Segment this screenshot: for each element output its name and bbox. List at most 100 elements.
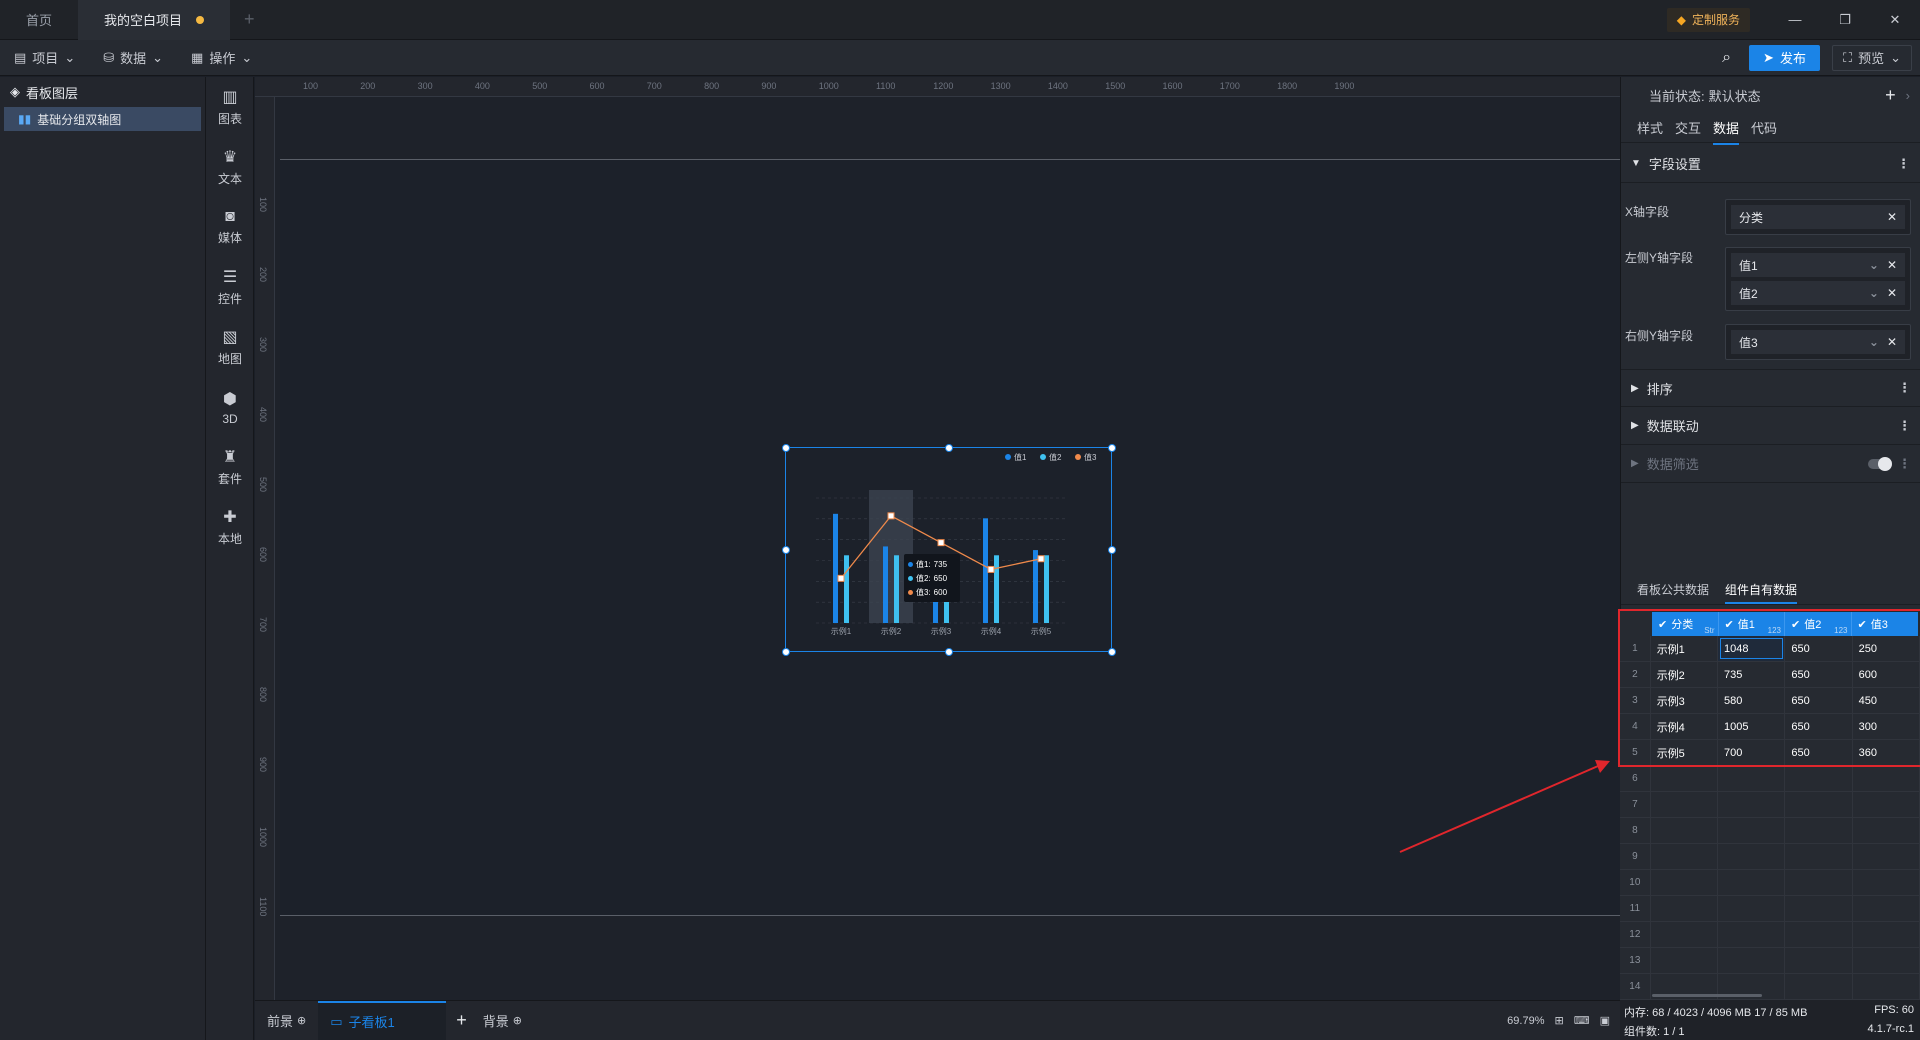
tab-own-data[interactable]: 组件自有数据	[1725, 581, 1798, 604]
restore-icon[interactable]: ❐	[1820, 12, 1870, 28]
sub-board-tab[interactable]: ▭ 子看板1	[318, 1000, 447, 1040]
table-cell[interactable]	[1853, 922, 1920, 947]
bar-值2-示例2[interactable]	[894, 555, 899, 623]
bar-值1-示例1[interactable]	[833, 513, 838, 623]
new-tab-icon[interactable]: +	[230, 9, 269, 30]
minimize-icon[interactable]: —	[1770, 12, 1820, 27]
add-board-icon[interactable]: +	[446, 1010, 477, 1031]
filter-header[interactable]: ▶ 数据筛选 ⋮	[1621, 445, 1920, 483]
menu-operate[interactable]: ▦ 操作 ⌄	[177, 40, 266, 76]
resize-handle[interactable]	[1108, 546, 1116, 554]
table-cell[interactable]	[1853, 974, 1920, 999]
sort-header[interactable]: ▶ 排序 ⋮	[1621, 369, 1920, 407]
tab-data[interactable]: 数据	[1713, 118, 1740, 145]
table-cell[interactable]	[1718, 870, 1786, 895]
table-row[interactable]: 6	[1620, 766, 1920, 792]
legend-label[interactable]: 值2	[1049, 452, 1062, 462]
line-point-示例1[interactable]	[837, 574, 845, 582]
table-cell[interactable]	[1853, 818, 1920, 843]
background-tab[interactable]: 背景 ⊕	[477, 1001, 528, 1040]
table-row[interactable]: 7	[1620, 792, 1920, 818]
more-icon[interactable]: ⋮	[1898, 418, 1911, 434]
zoom-level[interactable]: 69.79%	[1507, 1015, 1544, 1027]
bar-值1-示例2[interactable]	[883, 546, 888, 623]
table-cell[interactable]	[1718, 922, 1786, 947]
table-scrollbar[interactable]	[1652, 994, 1762, 997]
table-row[interactable]: 8	[1620, 818, 1920, 844]
table-cell[interactable]	[1785, 844, 1853, 869]
resize-handle[interactable]	[1108, 444, 1116, 452]
table-cell[interactable]	[1718, 792, 1786, 817]
table-cell[interactable]	[1718, 844, 1786, 869]
keyboard-icon[interactable]: ⌨	[1574, 1014, 1590, 1027]
canvas-area[interactable]: 100 200 300 400 500 600 700 800 900 1000 1100 1200 1…	[255, 77, 1620, 1000]
table-cell[interactable]	[1785, 948, 1853, 973]
table-cell[interactable]	[1853, 896, 1920, 921]
menu-project[interactable]: ▤ 项目 ⌄	[0, 40, 89, 76]
remove-icon[interactable]: ⌄ ✕	[1869, 335, 1897, 349]
bar-值2-示例5[interactable]	[1044, 555, 1049, 623]
table-cell[interactable]	[1853, 844, 1920, 869]
table-cell[interactable]	[1785, 818, 1853, 843]
table-cell[interactable]	[1785, 792, 1853, 817]
line-point-示例3[interactable]	[937, 539, 945, 547]
state-value[interactable]: 默认状态	[1709, 86, 1761, 105]
menu-data[interactable]: ⛁ 数据 ⌄	[89, 40, 177, 76]
more-icon[interactable]: ⋮	[1898, 456, 1911, 472]
x-field-box[interactable]: 分类 ✕	[1725, 199, 1911, 235]
resize-handle[interactable]	[1108, 648, 1116, 656]
table-cell[interactable]	[1785, 766, 1853, 791]
tab-public-data[interactable]: 看板公共数据	[1637, 581, 1709, 598]
table-cell[interactable]	[1718, 896, 1786, 921]
bar-值1-示例5[interactable]	[1033, 550, 1038, 623]
table-cell[interactable]	[1718, 948, 1786, 973]
data-table[interactable]: ✔ 分类 Str ✔ 值1 123 ✔ 值2 123 ✔ 值3 1 示例1 1048 650 250 2…	[1618, 609, 1920, 1000]
line-point-示例4[interactable]	[987, 565, 995, 573]
table-cell[interactable]	[1651, 818, 1719, 843]
table-cell[interactable]	[1853, 948, 1920, 973]
table-cell[interactable]	[1853, 766, 1920, 791]
tab-interaction[interactable]: 交互	[1675, 118, 1701, 137]
more-icon[interactable]: ⋮	[1897, 156, 1910, 172]
line-point-示例2[interactable]	[887, 512, 895, 520]
local-tool[interactable]: ✚ 本地	[206, 497, 254, 557]
search-icon[interactable]: ⌕	[1722, 49, 1731, 67]
table-row[interactable]: 9	[1620, 844, 1920, 870]
legend-label[interactable]: 值1	[1014, 452, 1027, 462]
layer-item[interactable]: ▮▮ 基础分组双轴图	[4, 107, 201, 131]
ruler-left[interactable]: 100 200 300 400 500 600 700 800 900 1000 1100	[255, 97, 275, 1000]
text-tool[interactable]: ♛ 文本	[206, 137, 254, 197]
table-cell[interactable]	[1651, 870, 1719, 895]
foreground-tab[interactable]: 前景 ⊕	[255, 1001, 318, 1040]
resize-handle[interactable]	[945, 648, 953, 656]
tab-project[interactable]: 我的空白项目	[78, 0, 231, 40]
line-point-示例5[interactable]	[1037, 555, 1045, 563]
remove-icon[interactable]: ⌄ ✕	[1869, 258, 1897, 272]
linkage-header[interactable]: ▶ 数据联动 ⋮	[1621, 407, 1920, 445]
table-cell[interactable]	[1718, 818, 1786, 843]
3d-tool[interactable]: ⬢ 3D	[206, 377, 254, 437]
table-cell[interactable]	[1651, 766, 1719, 791]
control-tool[interactable]: ☰ 控件	[206, 257, 254, 317]
table-cell[interactable]	[1785, 974, 1853, 999]
kit-tool[interactable]: ♜ 套件	[206, 437, 254, 497]
preview-button[interactable]: ⛶ 预览 ⌄	[1831, 44, 1912, 71]
resize-handle[interactable]	[782, 444, 790, 452]
terminal-icon[interactable]: ▣	[1600, 1014, 1610, 1027]
right-y-box[interactable]: 值3 ⌄ ✕	[1725, 324, 1911, 360]
map-tool[interactable]: ▧ 地图	[206, 317, 254, 377]
bar-值2-示例4[interactable]	[994, 555, 999, 623]
custom-service-button[interactable]: ◆ 定制服务	[1666, 7, 1750, 32]
chart-tool[interactable]: ▥ 图表	[206, 77, 254, 137]
ruler-top[interactable]: 100 200 300 400 500 600 700 800 900 1000 1100 1200 1…	[255, 77, 1620, 97]
table-cell[interactable]	[1651, 844, 1719, 869]
close-icon[interactable]: ✕	[1870, 12, 1920, 28]
table-cell[interactable]	[1651, 948, 1719, 973]
legend-label[interactable]: 值3	[1084, 452, 1097, 462]
left-y-box[interactable]: 值1 ⌄ ✕ 值2 ⌄ ✕	[1725, 247, 1911, 311]
table-cell[interactable]	[1718, 766, 1786, 791]
bar-值1-示例4[interactable]	[983, 518, 988, 623]
tab-style[interactable]: 样式	[1637, 118, 1663, 137]
table-cell[interactable]	[1651, 896, 1719, 921]
filter-toggle[interactable]	[1868, 456, 1892, 471]
